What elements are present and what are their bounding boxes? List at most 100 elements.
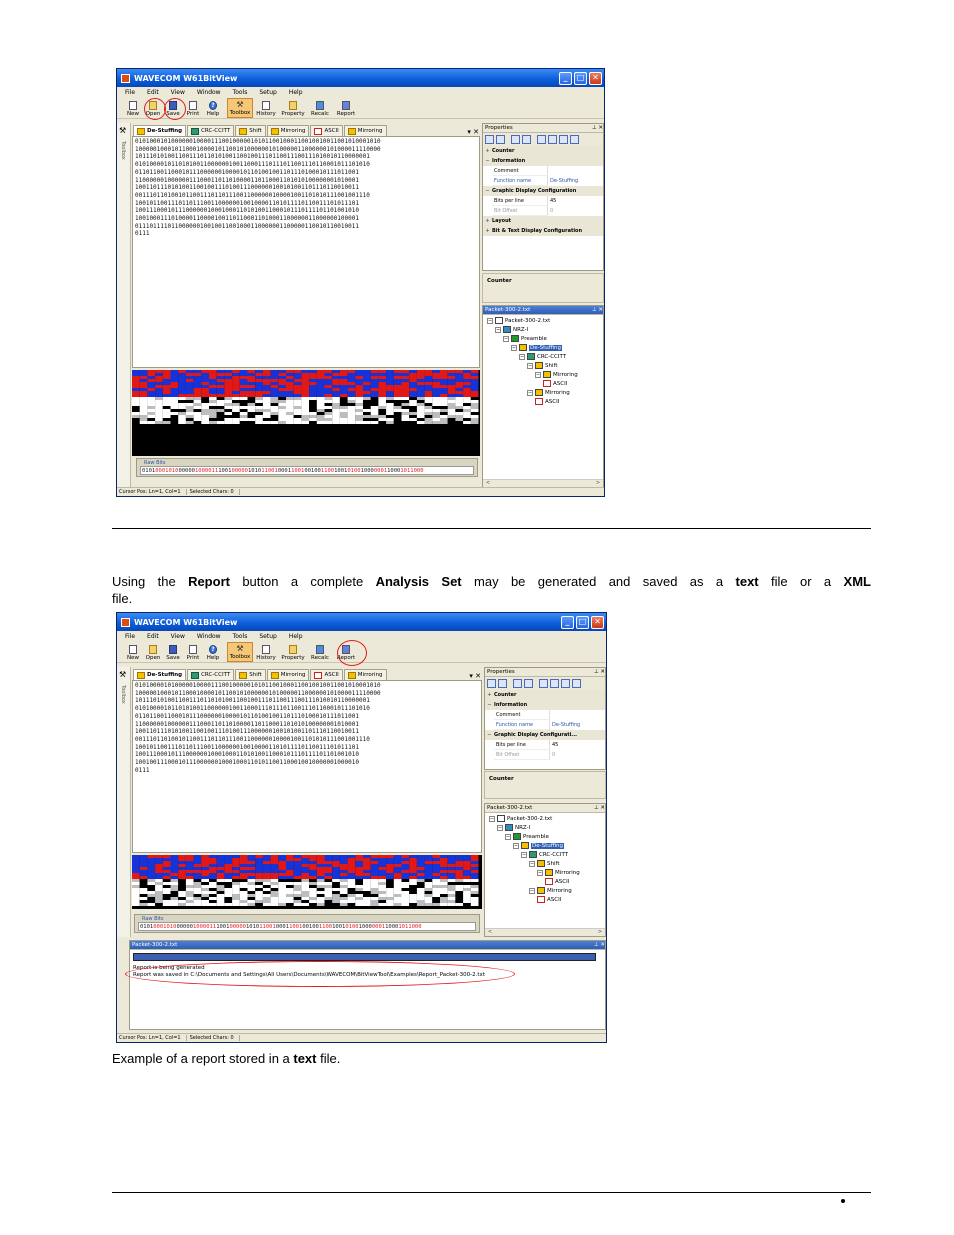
- open-button[interactable]: Open: [143, 642, 163, 662]
- property-category[interactable]: − Graphic Display Configuration: [483, 186, 603, 196]
- collapse-icon[interactable]: −: [487, 317, 493, 324]
- menu-view[interactable]: View: [171, 89, 185, 96]
- property-button[interactable]: Property: [279, 642, 307, 662]
- tree-scrollbar[interactable]: < >: [485, 928, 605, 936]
- pin-icon[interactable]: ⊥ ✕: [592, 307, 603, 313]
- tree-node[interactable]: − Mirroring: [527, 388, 570, 397]
- categorized-icon[interactable]: [485, 135, 494, 144]
- print-button[interactable]: Print: [183, 98, 203, 118]
- nav-icon[interactable]: [537, 135, 546, 144]
- tree-node[interactable]: − Preamble: [503, 334, 547, 343]
- toolbox-sidebar[interactable]: ⚒ Toolbox: [117, 123, 131, 489]
- collapse-icon[interactable]: −: [527, 389, 533, 396]
- property-category[interactable]: + Bit & Text Display Configuration: [483, 226, 603, 236]
- collapse-icon[interactable]: −: [513, 842, 519, 849]
- menu-window[interactable]: Window: [197, 633, 221, 640]
- tab-mirroring-2[interactable]: Mirroring: [343, 125, 387, 136]
- tree-node[interactable]: − Shift: [527, 361, 558, 370]
- raw-bits-line[interactable]: 0101000101000000100001110010000010101100…: [140, 466, 474, 475]
- tab-de-stuffing[interactable]: De-Stuffing: [133, 125, 187, 136]
- tab-de-stuffing[interactable]: De-Stuffing: [133, 669, 187, 680]
- collapse-icon[interactable]: −: [521, 851, 527, 858]
- toolbox-sidebar[interactable]: ⚒ Toolbox: [117, 667, 131, 937]
- tree-node[interactable]: ASCII: [545, 877, 569, 886]
- graphic-display[interactable]: [132, 370, 480, 456]
- tab-ascii[interactable]: ASCII: [310, 125, 343, 136]
- property-row[interactable]: Function name De-Stuffing: [483, 176, 603, 186]
- property-button[interactable]: Property: [279, 98, 307, 118]
- collapse-icon[interactable]: −: [497, 824, 503, 831]
- recalc-button[interactable]: Recalc: [307, 642, 333, 662]
- nav-icon[interactable]: [539, 679, 548, 688]
- tree-node[interactable]: − Preamble: [505, 832, 549, 841]
- tab-crc-ccitt[interactable]: CRC-CCITT: [187, 125, 235, 136]
- property-category[interactable]: + Layout: [483, 216, 603, 226]
- tab-ascii[interactable]: ASCII: [310, 669, 343, 680]
- tree-node[interactable]: − Mirroring: [529, 886, 572, 895]
- tree-node[interactable]: − NRZ-I: [497, 823, 530, 832]
- expand-icon[interactable]: +: [483, 148, 492, 154]
- collapse-icon[interactable]: −: [535, 371, 541, 378]
- tab-list-close-icons[interactable]: ▾ ✕: [469, 672, 481, 680]
- tab-list-close-icons[interactable]: ▾ ✕: [467, 128, 479, 136]
- nav-icon[interactable]: [548, 135, 557, 144]
- save-button[interactable]: Save: [163, 642, 183, 662]
- menu-window[interactable]: Window: [197, 89, 221, 96]
- collapse-icon[interactable]: −: [505, 833, 511, 840]
- expand-icon[interactable]: +: [483, 218, 492, 224]
- toolbox-button[interactable]: ⚒ Toolbox: [227, 98, 253, 118]
- nav-icon[interactable]: [572, 679, 581, 688]
- tree-node[interactable]: − De-Stuffing: [511, 343, 563, 352]
- collapse-icon[interactable]: −: [489, 815, 495, 822]
- menu-tools[interactable]: Tools: [233, 633, 248, 640]
- close-button[interactable]: ✕: [591, 615, 604, 629]
- collapse-icon[interactable]: −: [529, 887, 535, 894]
- tree-node[interactable]: − Mirroring: [537, 868, 580, 877]
- palette-icon[interactable]: [524, 679, 533, 688]
- collapse-icon[interactable]: −: [503, 335, 509, 342]
- bit-text-view[interactable]: 0101000101000000100001110010000010101100…: [132, 136, 480, 368]
- expand-icon[interactable]: −: [483, 188, 492, 194]
- menu-edit[interactable]: Edit: [147, 633, 159, 640]
- tree-node[interactable]: − CRC-CCITT: [519, 352, 566, 361]
- pin-icon[interactable]: ⊥ ✕: [594, 805, 605, 811]
- nav-icon[interactable]: [550, 679, 559, 688]
- categorized-icon[interactable]: [487, 679, 496, 688]
- menu-edit[interactable]: Edit: [147, 89, 159, 96]
- expand-icon[interactable]: −: [483, 158, 492, 164]
- minimize-button[interactable]: _: [559, 71, 572, 85]
- menu-file[interactable]: File: [125, 89, 135, 96]
- tree-node[interactable]: − CRC-CCITT: [521, 850, 568, 859]
- expand-icon[interactable]: +: [483, 228, 492, 234]
- maximize-button[interactable]: □: [574, 71, 587, 85]
- history-button[interactable]: History: [253, 98, 279, 118]
- collapse-icon[interactable]: −: [511, 344, 517, 351]
- tree-node[interactable]: − Packet-300-2.txt: [489, 814, 552, 823]
- menu-help[interactable]: Help: [289, 89, 303, 96]
- expand-icon[interactable]: +: [485, 692, 494, 698]
- nav-icon[interactable]: [570, 135, 579, 144]
- collapse-icon[interactable]: −: [537, 869, 543, 876]
- property-row[interactable]: Bit Offset 0: [485, 750, 605, 760]
- property-row[interactable]: Function name De-Stuffing: [485, 720, 605, 730]
- property-row[interactable]: Bits per line 45: [485, 740, 605, 750]
- menu-help[interactable]: Help: [289, 633, 303, 640]
- minimize-button[interactable]: _: [561, 615, 574, 629]
- property-row[interactable]: Comment: [483, 166, 603, 176]
- tab-crc-ccitt[interactable]: CRC-CCITT: [187, 669, 235, 680]
- toolbox-button[interactable]: ⚒ Toolbox: [227, 642, 253, 662]
- palette-icon[interactable]: [522, 135, 531, 144]
- tree-scrollbar[interactable]: < >: [483, 479, 603, 487]
- collapse-icon[interactable]: −: [495, 326, 501, 333]
- tab-mirroring[interactable]: Mirroring: [266, 125, 310, 136]
- bit-text-view[interactable]: 0101000010100000100001110010000010101100…: [132, 680, 482, 853]
- menu-setup[interactable]: Setup: [259, 89, 276, 96]
- nav-icon[interactable]: [559, 135, 568, 144]
- collapse-icon[interactable]: −: [529, 860, 535, 867]
- property-row[interactable]: Comment: [485, 710, 605, 720]
- menu-file[interactable]: File: [125, 633, 135, 640]
- view-icon[interactable]: [513, 679, 522, 688]
- view-icon[interactable]: [511, 135, 520, 144]
- property-category[interactable]: − Information: [483, 156, 603, 166]
- tree-node[interactable]: − NRZ-I: [495, 325, 528, 334]
